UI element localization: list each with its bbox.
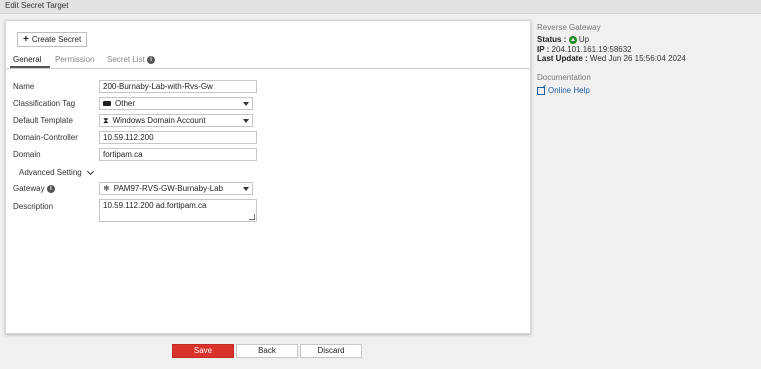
online-help-link[interactable]: Online Help <box>537 86 590 95</box>
ip-value: 204.101.161.19:58632 <box>551 45 632 54</box>
domain-controller-label: Domain-Controller <box>13 133 78 142</box>
gateway-icon: ❄ <box>103 183 110 193</box>
hourglass-icon: ⧗ <box>103 115 109 125</box>
window-title: Edit Secret Target <box>5 1 69 10</box>
default-template-label: Default Template <box>13 116 73 125</box>
gateway-label: Gateway i <box>13 184 55 193</box>
domain-label: Domain <box>13 150 41 159</box>
title-bar: Edit Secret Target <box>0 0 761 14</box>
status-value: Up <box>578 35 590 44</box>
online-help-label: Online Help <box>548 86 590 95</box>
domain-input[interactable]: fortipam.ca <box>99 148 257 161</box>
save-button[interactable]: Save <box>172 344 234 358</box>
edit-form-panel: + Create Secret General Permission Secre… <box>5 20 531 334</box>
documentation-heading: Documentation <box>537 73 591 82</box>
gateway-select[interactable]: ❄ PAM97-RVS-GW-Burnaby-Lab <box>99 182 253 195</box>
tab-general[interactable]: General <box>13 55 41 64</box>
gateway-label-text: Gateway <box>13 184 45 193</box>
default-template-select[interactable]: ⧗ Windows Domain Account <box>99 114 253 127</box>
tab-permission[interactable]: Permission <box>55 55 95 64</box>
gateway-ip-row: IP : 204.101.161.19:58632 <box>537 45 632 54</box>
gateway-last-update-row: Last Update : Wed Jun 26 15:56:04 2024 <box>537 54 686 63</box>
gateway-value: PAM97-RVS-GW-Burnaby-Lab <box>113 184 224 193</box>
info-icon: i <box>147 55 156 64</box>
caret-down-icon <box>243 119 249 123</box>
last-update-label: Last Update : <box>537 54 588 63</box>
info-icon: i <box>46 184 55 193</box>
back-button[interactable]: Back <box>236 344 298 358</box>
classification-tag-value: Other <box>115 99 136 108</box>
external-link-icon <box>537 86 545 95</box>
name-label: Name <box>13 82 35 91</box>
name-input[interactable]: 200-Burnaby-Lab-with-Rvs-Gw <box>99 80 257 93</box>
domain-controller-input[interactable]: 10.59.112.200 <box>99 131 257 144</box>
tab-secret-list-label: Secret List <box>107 55 145 64</box>
tag-icon <box>103 101 111 106</box>
classification-tag-label: Classification Tag <box>13 99 76 108</box>
description-textarea[interactable]: 10.59.112.200 ad.fortipam.ca <box>99 199 257 222</box>
last-update-value: Wed Jun 26 15:56:04 2024 <box>589 54 686 63</box>
tab-secret-list[interactable]: Secret List i <box>107 55 156 64</box>
advanced-setting-toggle[interactable]: Advanced Setting <box>19 167 94 177</box>
ip-label: IP : <box>537 45 550 54</box>
tab-bar: General Permission Secret List i <box>6 53 530 69</box>
active-tab-indicator <box>10 66 50 68</box>
default-template-value: Windows Domain Account <box>112 116 206 125</box>
create-secret-label: Create Secret <box>31 35 82 44</box>
gateway-status-row: Status : Up <box>537 35 589 44</box>
chevron-down-icon <box>86 167 94 176</box>
status-up-icon <box>568 35 577 44</box>
create-secret-button[interactable]: + Create Secret <box>17 32 88 47</box>
reverse-gateway-heading: Reverse Gateway <box>537 23 601 32</box>
description-value: 10.59.112.200 ad.fortipam.ca <box>103 201 207 210</box>
advanced-setting-label: Advanced Setting <box>19 168 82 177</box>
discard-button[interactable]: Discard <box>300 344 362 358</box>
caret-down-icon <box>243 187 249 191</box>
caret-down-icon <box>243 102 249 106</box>
classification-tag-select[interactable]: Other <box>99 97 253 110</box>
status-label: Status : <box>537 35 567 44</box>
plus-icon: + <box>23 33 29 45</box>
resize-handle-icon[interactable] <box>249 214 255 220</box>
description-label: Description <box>13 202 54 211</box>
